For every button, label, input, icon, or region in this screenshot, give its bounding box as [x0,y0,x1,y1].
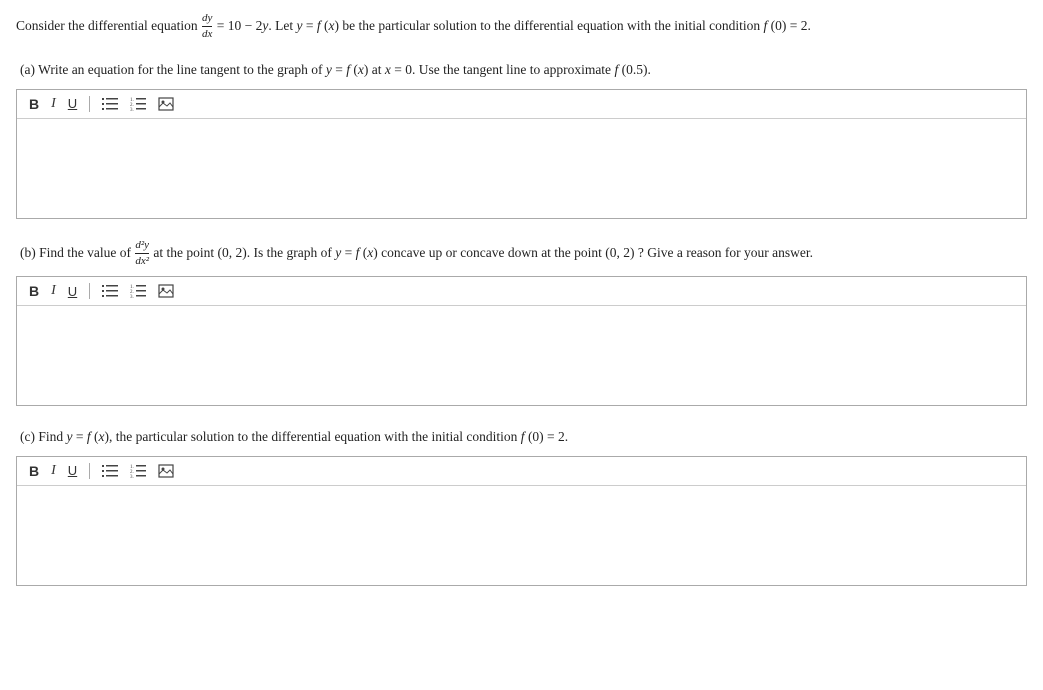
italic-button-b[interactable]: I [47,282,60,300]
italic-button-a[interactable]: I [47,95,60,113]
header-text-before: Consider the differential equation [16,18,198,33]
toolbar-divider-a [89,96,90,112]
question-text-c: (c) Find y = f (x), the particular solut… [16,426,1027,448]
bold-button-b[interactable]: B [25,282,43,300]
toolbar-divider-b [89,283,90,299]
image-icon-a[interactable] [154,95,178,113]
question-text-b: (b) Find the value of d²y dx² at the poi… [16,239,1027,268]
image-icon-c[interactable] [154,462,178,480]
bold-button-a[interactable]: B [25,95,43,113]
ordered-list-icon-a[interactable]: 1. 2. 3. [126,95,150,113]
question-text-a: (a) Write an equation for the line tange… [16,59,1027,81]
question-a-label: (a) [20,62,35,77]
editor-toolbar-a: B I U 1. 2. 3. [17,90,1026,119]
header-fraction: dy dx [202,12,212,41]
underline-button-a[interactable]: U [64,95,81,112]
question-c-label: (c) [20,429,35,444]
unordered-list-icon-b[interactable] [98,282,122,300]
question-b-label: (b) [20,245,36,260]
question-a-text: Write an equation for the line tangent t… [38,62,651,77]
question-block-c: (c) Find y = f (x), the particular solut… [16,426,1027,586]
italic-button-c[interactable]: I [47,462,60,480]
ordered-list-icon-b[interactable]: 1. 2. 3. [126,282,150,300]
second-derivative-fraction: d²y dx² [135,239,149,268]
editor-toolbar-c: B I U 1. 2. 3. [17,457,1026,486]
editor-content-c[interactable] [17,486,1026,581]
unordered-list-icon-a[interactable] [98,95,122,113]
header-equation-rest: = 10 − 2y. Let y = f (x) be the particul… [217,18,811,33]
svg-text:3.: 3. [130,475,134,478]
editor-content-a[interactable] [17,119,1026,214]
bold-button-c[interactable]: B [25,462,43,480]
underline-button-b[interactable]: U [64,283,81,300]
ordered-list-icon-c[interactable]: 1. 2. 3. [126,462,150,480]
svg-text:3.: 3. [130,295,134,298]
editor-box-b[interactable]: B I U 1. 2. 3. [16,276,1027,406]
question-c-text: Find y = f (x), the particular solution … [38,429,568,444]
image-icon-b[interactable] [154,282,178,300]
svg-text:3.: 3. [130,108,134,111]
editor-box-a[interactable]: B I U 1. 2. 3. [16,89,1027,219]
question-b-text-after: at the point (0, 2). Is the graph of y =… [153,245,813,260]
question-block-a: (a) Write an equation for the line tange… [16,59,1027,219]
editor-box-c[interactable]: B I U 1. 2. 3. [16,456,1027,586]
unordered-list-icon-c[interactable] [98,462,122,480]
problem-header: Consider the differential equation dy dx… [16,12,1027,41]
toolbar-divider-c [89,463,90,479]
underline-button-c[interactable]: U [64,462,81,479]
question-block-b: (b) Find the value of d²y dx² at the poi… [16,239,1027,406]
editor-content-b[interactable] [17,306,1026,401]
question-b-text-before: Find the value of [39,245,134,260]
editor-toolbar-b: B I U 1. 2. 3. [17,277,1026,306]
